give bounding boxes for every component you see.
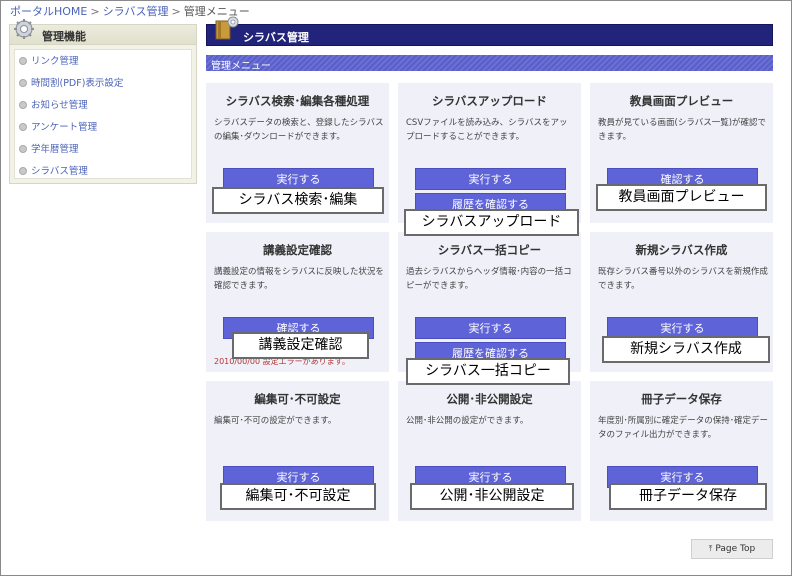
gear-icon <box>14 19 34 39</box>
card-title: シラバス検索･編集各種処理 <box>225 94 370 108</box>
callout-publish-settings: 公開･非公開設定 <box>410 483 574 510</box>
page-top-label: Page Top <box>715 544 756 554</box>
card-syllabus-bulk-copy: シラバス一括コピー 過去シラバスからヘッダ情報･内容の一括コピーができます。 実… <box>398 232 581 372</box>
page-top-button[interactable]: ⤒ Page Top <box>691 539 773 559</box>
callout-lecture-settings: 講義設定確認 <box>232 332 369 359</box>
card-title: 教員画面プレビュー <box>629 94 734 108</box>
sidebar-header: 管理機能 <box>10 19 196 45</box>
callout-new-syllabus: 新規シラバス作成 <box>602 336 770 363</box>
card-description: CSVファイルを読み込み、シラバスをアップロードすることができます。 <box>406 118 568 142</box>
breadcrumb-home-link[interactable]: ポータルHOME <box>10 5 87 18</box>
sidebar-item-syllabus[interactable]: シラバス管理 <box>19 164 88 180</box>
card-description: 講義設定の情報をシラバスに反映した状況を確認できます。 <box>214 267 384 291</box>
sidebar-item-label: 時間割(PDF)表示設定 <box>31 78 124 89</box>
sidebar-item-link-management[interactable]: リンク管理 <box>19 54 79 70</box>
section-title: 管理メニュー <box>211 61 271 72</box>
sidebar-item-label: リンク管理 <box>31 56 79 67</box>
sidebar-item-timetable-pdf[interactable]: 時間割(PDF)表示設定 <box>19 76 123 92</box>
card-description: 教員が見ている画面(シラバス一覧)が確認できます。 <box>598 118 767 142</box>
arrow-up-icon: ⤒ <box>708 544 713 553</box>
sidebar-item-notices[interactable]: お知らせ管理 <box>19 98 88 114</box>
callout-syllabus-upload: シラバスアップロード <box>404 209 579 236</box>
card-description: 編集可･不可の設定ができます。 <box>214 416 337 426</box>
card-title: 冊子データ保存 <box>641 392 722 406</box>
bullet-icon <box>19 101 27 109</box>
card-title: シラバス一括コピー <box>437 243 542 257</box>
card-description: 過去シラバスからヘッダ情報･内容の一括コピーができます。 <box>406 267 572 291</box>
page-title: シラバス管理 <box>243 31 309 44</box>
sidebar-item-label: お知らせ管理 <box>31 100 88 111</box>
card-title: 公開･非公開設定 <box>446 392 533 406</box>
sidebar-item-label: シラバス管理 <box>31 166 88 177</box>
callout-edit-permission: 編集可･不可設定 <box>220 483 376 510</box>
execute-button[interactable]: 実行する <box>415 168 566 190</box>
card-syllabus-upload: シラバスアップロード CSVファイルを読み込み、シラバスをアップロードすることが… <box>398 83 581 223</box>
breadcrumb-syllabus-link[interactable]: シラバス管理 <box>103 5 169 18</box>
callout-booklet-data-save: 冊子データ保存 <box>609 483 767 510</box>
bullet-icon <box>19 79 27 87</box>
callout-syllabus-search-edit: シラバス検索･編集 <box>212 187 384 214</box>
card-title: 講義設定確認 <box>263 243 332 257</box>
card-title: シラバスアップロード <box>432 94 547 108</box>
bullet-icon <box>19 167 27 175</box>
card-description: シラバスデータの検索と、登録したシラバスの編集･ダウンロードができます。 <box>214 118 384 142</box>
sidebar-title: 管理機能 <box>42 30 86 43</box>
sidebar-list: リンク管理 時間割(PDF)表示設定 お知らせ管理 アンケート管理 学年暦管理 … <box>14 49 192 179</box>
callout-teacher-preview: 教員画面プレビュー <box>596 184 767 211</box>
sidebar-item-academic-calendar[interactable]: 学年暦管理 <box>19 142 79 158</box>
card-title: 新規シラバス作成 <box>635 243 728 257</box>
execute-button[interactable]: 実行する <box>415 317 566 339</box>
sidebar-item-survey[interactable]: アンケート管理 <box>19 120 97 136</box>
card-title: 編集可･不可設定 <box>254 392 341 406</box>
section-header-bar <box>206 55 773 71</box>
bullet-icon <box>19 57 27 65</box>
bullet-icon <box>19 145 27 153</box>
card-description: 公開･非公開の設定ができます。 <box>406 416 529 426</box>
sidebar: 管理機能 リンク管理 時間割(PDF)表示設定 お知らせ管理 アンケート管理 学… <box>9 19 197 184</box>
book-icon <box>215 16 239 40</box>
sidebar-item-label: アンケート管理 <box>31 122 98 133</box>
card-description: 既存シラバス番号以外のシラバスを新規作成できます。 <box>598 267 768 291</box>
breadcrumb-separator: > <box>90 5 100 18</box>
bullet-icon <box>19 123 27 131</box>
breadcrumb-separator: > <box>171 5 181 18</box>
sidebar-item-label: 学年暦管理 <box>31 144 79 155</box>
card-description: 年度別･所属別に確定データの保持･確定データのファイル出力ができます。 <box>598 416 769 440</box>
callout-syllabus-bulk-copy: シラバス一括コピー <box>406 358 570 385</box>
